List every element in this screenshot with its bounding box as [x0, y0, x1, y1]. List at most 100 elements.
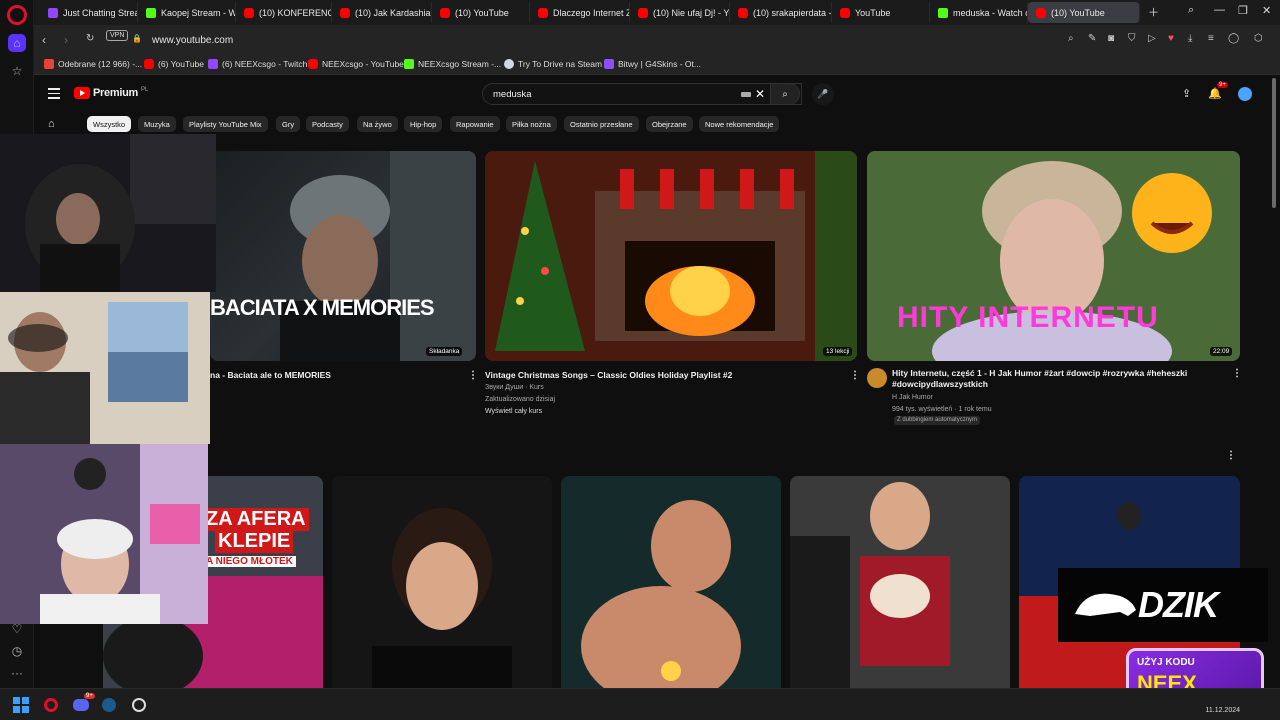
tab[interactable]: (10) srakapierdata - Y — [730, 2, 832, 23]
chip-hiphop[interactable]: Hip-hop — [404, 116, 443, 132]
tab[interactable]: Just Chatting Stream — [40, 2, 138, 23]
search-tabs-icon[interactable]: ⌕ — [1188, 4, 1194, 17]
search-input[interactable]: meduska ✕ — [482, 83, 802, 105]
video-thumbnail[interactable]: 13 lekcji — [485, 151, 857, 361]
chip-new[interactable]: Nowe rekomendacje — [699, 116, 780, 132]
bookmark[interactable]: (6) NEEXcsgo - Twitch — [208, 59, 307, 69]
short-thumbnail[interactable] — [561, 476, 781, 688]
playlist-badge: Składanka — [426, 347, 463, 356]
video-thumbnail[interactable]: HITY INTERNETU 22:09 — [867, 151, 1240, 361]
reload-icon[interactable]: ↻ — [86, 33, 94, 44]
tab[interactable]: YouTube — [832, 2, 930, 23]
clear-search-icon[interactable]: ✕ — [755, 87, 765, 101]
bookmark[interactable]: NEEXcsgo - YouTube — [308, 59, 404, 69]
minimize-icon[interactable]: — — [1214, 4, 1225, 16]
search-icon[interactable]: ⌕ — [1068, 33, 1074, 44]
tab[interactable]: (10) KONFERENCJA P — [236, 2, 332, 23]
tab[interactable]: (10) YouTube — [432, 2, 530, 23]
obs-icon[interactable] — [130, 696, 148, 714]
history-icon[interactable]: ◷ — [8, 642, 26, 660]
view-course-link[interactable]: Wyświetl cały kurs — [485, 406, 542, 418]
play-icon[interactable]: ▷ — [1148, 33, 1156, 44]
video-channel[interactable]: Звуки Души · Kurs — [485, 382, 544, 394]
scrollbar-thumb[interactable] — [1272, 78, 1276, 208]
thumbnail-art — [332, 476, 552, 688]
chip-football[interactable]: Piłka nożna — [506, 116, 557, 132]
tab[interactable]: Dlaczego Internet Zn — [530, 2, 630, 23]
chip-watched[interactable]: Obejrzane — [646, 116, 693, 132]
bookmark[interactable]: NEEXcsgo Stream -... — [404, 59, 501, 69]
more-icon[interactable]: ··· — [8, 664, 26, 682]
video-title[interactable]: Vintage Christmas Songs – Classic Oldies… — [485, 370, 835, 381]
video-thumbnail[interactable]: BACIATA X MEMORIES Składanka — [210, 151, 476, 361]
avatar[interactable] — [1238, 87, 1252, 101]
tab[interactable]: (10) Jak Kardashiank — [332, 2, 432, 23]
shield-icon[interactable]: ⛉ — [1128, 33, 1136, 44]
extensions-icon[interactable]: ⬡ — [1254, 33, 1263, 44]
tab-title: (10) Jak Kardashiank — [355, 7, 432, 18]
new-tab-icon[interactable]: ＋ — [1148, 4, 1159, 20]
search-button[interactable]: ⌕ — [770, 83, 800, 105]
back-icon[interactable]: ‹ — [42, 33, 46, 47]
chip-mix[interactable]: Playlisty YouTube Mix — [183, 116, 268, 132]
home-icon[interactable]: ⌂ — [8, 34, 26, 52]
chip-recent[interactable]: Ostatnio przesłane — [564, 116, 639, 132]
voice-search-icon[interactable]: 🎤 — [812, 83, 834, 105]
bookmark[interactable]: Try To Drive na Steam — [504, 59, 602, 69]
windows-start-icon[interactable] — [12, 696, 30, 714]
youtube-icon — [440, 7, 450, 18]
webcam-art — [0, 292, 210, 444]
kick-icon — [404, 59, 414, 69]
opera-logo-icon[interactable] — [7, 5, 27, 25]
chip-music[interactable]: Muzyka — [138, 116, 176, 132]
tab-title: Kaopej Stream - Watc — [161, 7, 236, 18]
youtube-logo[interactable]: Premium PL — [74, 87, 148, 99]
keyboard-icon[interactable] — [741, 92, 751, 97]
chip-podcasts[interactable]: Podcasty — [306, 116, 349, 132]
menu-icon[interactable]: ≡ — [1208, 33, 1214, 44]
profile-icon[interactable]: ◯ — [1228, 33, 1239, 44]
address-row: ‹ › ↻ VPN 🔒 www.youtube.com ⌕ ✎ ◙ ⛉ ▷ ♥ … — [34, 25, 1280, 55]
more-options-icon[interactable]: ⋮ — [1232, 368, 1242, 379]
steam-icon[interactable] — [100, 696, 118, 714]
chip-games[interactable]: Gry — [276, 116, 301, 132]
chip-rap[interactable]: Rapowanie — [450, 116, 500, 132]
video-channel[interactable]: H Jak Humor — [892, 392, 933, 404]
url-text[interactable]: www.youtube.com — [152, 35, 233, 46]
bookmark[interactable]: Odebrane (12 966) -... — [44, 59, 142, 69]
more-options-icon[interactable]: ⋮ — [850, 370, 860, 381]
short-thumbnail[interactable] — [790, 476, 1010, 688]
video-title[interactable]: Hity Internetu, część 1 - H Jak Humor #ż… — [892, 368, 1222, 390]
home-icon[interactable]: ⌂ — [48, 118, 55, 130]
chip-all[interactable]: Wszystko — [87, 116, 132, 132]
forward-icon[interactable]: › — [64, 33, 68, 47]
youtube-play-icon — [74, 87, 90, 99]
star-icon[interactable]: ☆ — [8, 62, 26, 80]
tab-active[interactable]: (10) YouTube — [1028, 2, 1140, 23]
bookmark[interactable]: Bitwy | G4Skins - Ot... — [604, 59, 701, 69]
filter-chips: ⌂ Wszystko Muzyka Playlisty YouTube Mix … — [34, 113, 1270, 135]
tab[interactable]: meduska - Watch cli — [930, 2, 1028, 23]
vpn-badge[interactable]: VPN — [106, 30, 129, 41]
menu-icon[interactable] — [48, 88, 60, 102]
opera-taskbar-icon[interactable] — [42, 696, 60, 714]
bookmark-label: (6) YouTube — [158, 59, 204, 69]
tab[interactable]: (10) Nie ufaj Dj! - You — [630, 2, 730, 23]
bell-icon[interactable]: 🔔 — [1208, 87, 1222, 100]
heart-icon[interactable]: ♥ — [1168, 33, 1174, 44]
shorts-more-icon[interactable]: ⋮ — [1226, 450, 1236, 461]
maximize-icon[interactable]: ❐ — [1238, 4, 1248, 17]
channel-avatar[interactable] — [867, 368, 887, 388]
short-thumbnail[interactable] — [332, 476, 552, 688]
video-title[interactable]: na - Baciata ale to MEMORIES — [210, 370, 460, 381]
webcam-art — [0, 134, 216, 292]
camera-icon[interactable]: ◙ — [1108, 33, 1114, 44]
chip-live[interactable]: Na żywo — [357, 116, 398, 132]
more-options-icon[interactable]: ⋮ — [468, 370, 478, 381]
tab[interactable]: Kaopej Stream - Watc — [138, 2, 236, 23]
close-icon[interactable]: ✕ — [1262, 4, 1271, 17]
download-icon[interactable]: ⤓ — [1188, 33, 1192, 44]
upload-icon[interactable]: ⇪ — [1182, 87, 1191, 100]
bookmark[interactable]: (6) YouTube — [144, 59, 204, 69]
edit-icon[interactable]: ✎ — [1088, 33, 1096, 44]
